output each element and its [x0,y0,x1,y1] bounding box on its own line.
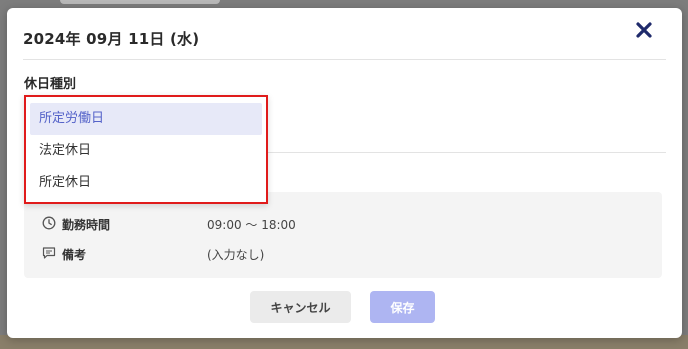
work-hours-label: 勤務時間 [62,218,111,232]
modal-title: 2024年 09月 11日 (水) [23,30,200,48]
option-shotei-rodobi[interactable]: 所定労働日 [30,103,262,135]
clock-icon [42,216,56,230]
info-box: 勤務時間 09:00 〜 18:00 備考 (入力なし) [24,192,662,278]
note-label: 備考 [62,248,87,262]
option-hotei-kyujitsu[interactable]: 法定休日 [30,135,262,167]
option-shotei-kyujitsu[interactable]: 所定休日 [30,167,262,199]
save-button[interactable]: 保存 [370,291,435,323]
modal-header: 2024年 09月 11日 (水) [23,8,666,60]
note-value: (入力なし) [207,248,265,262]
close-icon[interactable] [634,20,654,40]
cancel-button[interactable]: キャンセル [250,291,351,323]
work-hours-value: 09:00 〜 18:00 [207,218,296,232]
holiday-type-dropdown: 所定労働日 法定休日 所定休日 [24,95,268,204]
section-divider [247,152,666,153]
comment-icon [42,246,56,260]
holiday-type-label: 休日種別 [24,77,77,92]
background-toolbar [60,0,220,4]
